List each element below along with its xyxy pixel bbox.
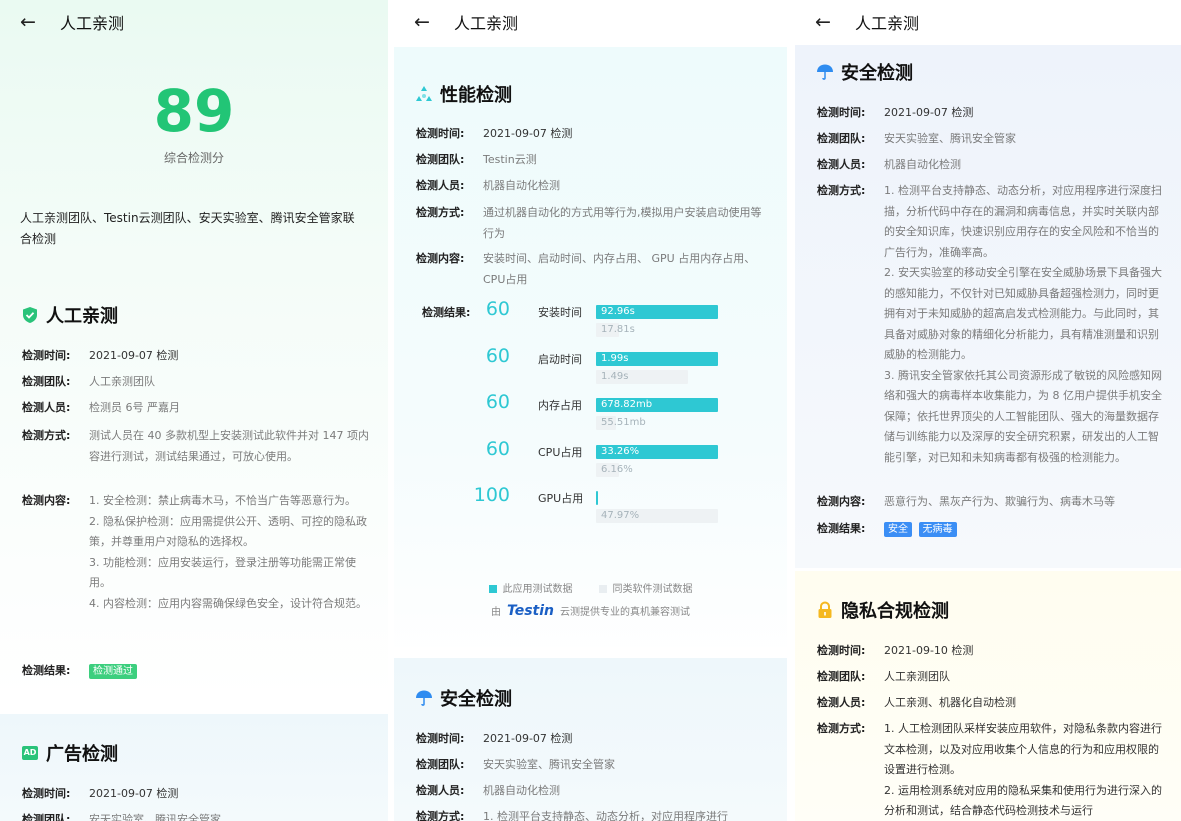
sec2-row-time: 检测时间: 2021-09-07 检测 bbox=[416, 732, 573, 745]
security-card: 安全检测 检测时间: 2021-09-07 检测 检测团队: 安天实验室、腾讯安… bbox=[795, 45, 1181, 568]
performance-icon bbox=[414, 84, 434, 104]
back-arrow-icon[interactable]: ← bbox=[815, 11, 841, 33]
panel-security-privacy: ← 人工亲测 安全检测 检测时间: 2021-09-07 检测 检测团队: 安天… bbox=[795, 0, 1181, 821]
priv-row-time: 检测时间: 2021-09-10 检测 bbox=[817, 644, 974, 657]
result-score: 60 bbox=[485, 344, 510, 367]
no-virus-badge: 无病毒 bbox=[918, 522, 957, 537]
this-app-bar: 678.82mb bbox=[596, 398, 718, 412]
result-score: 60 bbox=[485, 391, 510, 413]
sec2-row-staff: 检测人员: 机器自动化检测 bbox=[416, 784, 560, 797]
ad-check-card: AD 广告检测 检测时间: 2021-09-07 检测 检测团队: 安天实验室、… bbox=[0, 714, 388, 821]
this-app-bar: 92.96s bbox=[596, 305, 718, 319]
peer-apps-bar: 17.81s bbox=[596, 323, 635, 337]
manual-row-staff: 检测人员: 检测员 6号 严嘉月 bbox=[22, 401, 180, 414]
lock-icon bbox=[815, 600, 835, 620]
peer-apps-bar: 1.49s bbox=[596, 369, 688, 384]
result-metric-name: CPU占用 bbox=[538, 445, 583, 459]
result-score: 60 bbox=[485, 298, 510, 320]
this-app-bar bbox=[596, 491, 598, 505]
sec2-row-method: 检测方式: 1. 检测平台支持静态、动态分析，对应用程序进行 bbox=[416, 810, 728, 821]
result-metric-name: 内存占用 bbox=[538, 399, 582, 412]
ad-icon: AD bbox=[20, 743, 40, 763]
security-title: 安全检测 bbox=[815, 59, 913, 85]
panel-performance: ← 人工亲测 性能检测 检测时间: 2021-09-07 检测 检测团队: Te… bbox=[394, 0, 787, 821]
security-card-partial: 安全检测 检测时间: 2021-09-07 检测 检测团队: 安天实验室、腾讯安… bbox=[394, 658, 787, 821]
manual-row-method: 检测方式: 测试人员在 40 多款机型上安装测试此软件并对 147 项内容进行测… bbox=[22, 429, 369, 463]
manual-test-card: 人工亲测 检测时间: 2021-09-07 检测 检测团队: 人工亲测团队 检测… bbox=[0, 0, 388, 821]
performance-card: 性能检测 检测时间: 2021-09-07 检测 检测团队: Testin云测 … bbox=[394, 47, 787, 647]
perf-row-content: 检测内容: 安装时间、启动时间、内存占用、 GPU 占用内存占用、 CPU占用 bbox=[416, 252, 756, 286]
page-title: 人工亲测 bbox=[454, 14, 519, 33]
manual-row-result: 检测结果: 检测通过 bbox=[22, 661, 370, 682]
ad-row-time: 检测时间: 2021-09-07 检测 bbox=[22, 787, 179, 800]
priv-row-staff: 检测人员: 人工亲测、机器化自动检测 bbox=[817, 696, 1016, 709]
manual-row-time: 检测时间: 2021-09-07 检测 bbox=[22, 349, 179, 362]
privacy-card: 隐私合规检测 检测时间: 2021-09-10 检测 检测团队: 人工亲测团队 … bbox=[795, 571, 1181, 821]
perf-legend: 此应用测试数据 同类软件测试数据 bbox=[394, 580, 787, 595]
ad-check-title: AD 广告检测 bbox=[20, 740, 118, 766]
peer-apps-bar: 6.16% bbox=[596, 462, 633, 477]
peer-apps-bar: 55.51mb bbox=[596, 416, 646, 430]
sec-row-method: 检测方式: 1. 检测平台支持静态、动态分析，对应用程序进行深度扫描，分析代码中… bbox=[817, 184, 1162, 464]
perf-row-team: 检测团队: Testin云测 bbox=[416, 153, 537, 166]
perf-row-staff: 检测人员: 机器自动化检测 bbox=[416, 179, 560, 192]
security-title: 安全检测 bbox=[414, 685, 512, 711]
result-metric-name: 启动时间 bbox=[538, 352, 582, 366]
result-metric-name: 安装时间 bbox=[538, 306, 582, 319]
sec2-row-team: 检测团队: 安天实验室、腾讯安全管家 bbox=[416, 758, 615, 771]
result-score: 100 bbox=[473, 484, 510, 506]
this-app-bar: 33.26% bbox=[596, 444, 718, 459]
shield-check-icon bbox=[20, 305, 40, 325]
result-score: 60 bbox=[485, 437, 510, 460]
peer-apps-bar: 47.97% bbox=[596, 509, 718, 523]
priv-row-method: 检测方式: 1. 人工检测团队采样安装应用软件，对隐私条款内容进行文本检测，以及… bbox=[817, 722, 1162, 817]
sec-row-team: 检测团队: 安天实验室、腾讯安全管家 bbox=[817, 132, 1016, 145]
umbrella-icon bbox=[414, 688, 434, 708]
sec-row-result: 检测结果: 安全 无病毒 bbox=[817, 519, 1163, 540]
sec-row-content: 检测内容: 恶意行为、黑灰产行为、欺骗行为、病毒木马等 bbox=[817, 495, 1115, 508]
page-title: 人工亲测 bbox=[855, 14, 920, 33]
manual-row-content: 检测内容: 1. 安全检测：禁止病毒木马，不恰当广告等恶意行为。 2. 隐私保护… bbox=[22, 494, 367, 610]
app-bar: ← 人工亲测 bbox=[394, 0, 787, 44]
legend-peer-apps: 同类软件测试数据 bbox=[598, 580, 693, 595]
back-arrow-icon[interactable]: ← bbox=[414, 11, 440, 33]
testin-logo: Testin bbox=[506, 603, 555, 619]
panel-manual-overview: ← 人工亲测 89 综合检测分 人工亲测团队、Testin云测团队、安天实验室、… bbox=[0, 0, 388, 821]
app-bar: ← 人工亲测 bbox=[795, 0, 1181, 44]
result-pass-badge: 检测通过 bbox=[89, 664, 137, 679]
manual-test-title: 人工亲测 bbox=[20, 302, 118, 328]
perf-row-time: 检测时间: 2021-09-07 检测 bbox=[416, 127, 573, 140]
testin-footer: 由 Testin 云测提供专业的真机兼容测试 bbox=[490, 603, 691, 619]
result-metric-name: GPU占用 bbox=[538, 492, 584, 505]
sec-row-time: 检测时间: 2021-09-07 检测 bbox=[817, 106, 974, 119]
ad-row-team: 检测团队: 安天实验室、腾讯安全管家 bbox=[22, 813, 221, 821]
umbrella-icon bbox=[815, 62, 835, 82]
this-app-bar: 1.99s bbox=[596, 351, 718, 366]
performance-title: 性能检测 bbox=[414, 81, 512, 107]
privacy-title: 隐私合规检测 bbox=[815, 597, 949, 623]
sec-row-staff: 检测人员: 机器自动化检测 bbox=[817, 158, 961, 171]
manual-row-team: 检测团队: 人工亲测团队 bbox=[22, 375, 155, 388]
legend-this-app: 此应用测试数据 bbox=[488, 580, 573, 595]
priv-row-team: 检测团队: 人工亲测团队 bbox=[817, 670, 950, 683]
safe-badge: 安全 bbox=[884, 522, 912, 537]
perf-row-method: 检测方式: 通过机器自动化的方式用等行为,模拟用户安装启动使用等行为 bbox=[416, 206, 762, 240]
